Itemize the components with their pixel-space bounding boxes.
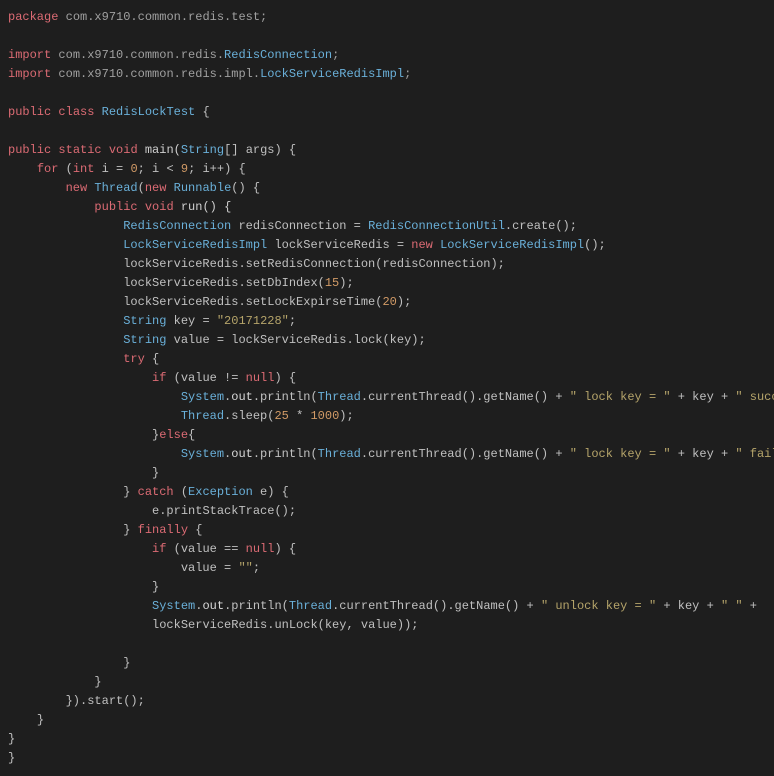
code-line: }: [8, 466, 159, 480]
code-line: [8, 86, 15, 100]
code-line: try {: [8, 352, 159, 366]
code-line: }: [8, 751, 15, 765]
code-line: RedisConnection redisConnection = RedisC…: [8, 219, 577, 233]
code-line: lockServiceRedis.setRedisConnection(redi…: [8, 257, 505, 271]
code-line: public static void main(String[] args) {: [8, 143, 296, 157]
code-line: public void run() {: [8, 200, 231, 214]
code-line: lockServiceRedis.unLock(key, value));: [8, 618, 418, 632]
code-line: }: [8, 656, 130, 670]
code-line: }: [8, 732, 15, 746]
code-line: lockServiceRedis.setLockExpirseTime(20);: [8, 295, 411, 309]
code-line: lockServiceRedis.setDbIndex(15);: [8, 276, 354, 290]
code-line: new Thread(new Runnable() {: [8, 181, 260, 195]
code-line: System.out.println(Thread.currentThread(…: [8, 599, 764, 613]
code-line: import com.x9710.common.redis.RedisConne…: [8, 48, 339, 62]
code-line: String value = lockServiceRedis.lock(key…: [8, 333, 426, 347]
code-line: System.out.println(Thread.currentThread(…: [8, 447, 774, 461]
code-line: if (value == null) {: [8, 542, 296, 556]
code-line: for (int i = 0; i < 9; i++) {: [8, 162, 246, 176]
code-line: System.out.println(Thread.currentThread(…: [8, 390, 774, 404]
code-line: [8, 29, 15, 43]
code-line: } catch (Exception e) {: [8, 485, 289, 499]
code-line: LockServiceRedisImpl lockServiceRedis = …: [8, 238, 606, 252]
code-line: import com.x9710.common.redis.impl.LockS…: [8, 67, 411, 81]
code-line: }: [8, 675, 102, 689]
code-line: public class RedisLockTest {: [8, 105, 210, 119]
code-line: [8, 124, 15, 138]
code-line: }: [8, 713, 44, 727]
code-line: Thread.sleep(25 * 1000);: [8, 409, 354, 423]
code-line: value = "";: [8, 561, 260, 575]
code-line: }else{: [8, 428, 195, 442]
code-editor[interactable]: package com.x9710.common.redis.test; imp…: [8, 8, 766, 768]
code-line: package com.x9710.common.redis.test;: [8, 10, 267, 24]
code-line: } finally {: [8, 523, 202, 537]
code-line: [8, 637, 15, 651]
code-line: }: [8, 580, 159, 594]
code-line: String key = "20171228";: [8, 314, 296, 328]
code-line: if (value != null) {: [8, 371, 296, 385]
code-line: }).start();: [8, 694, 145, 708]
code-line: e.printStackTrace();: [8, 504, 296, 518]
